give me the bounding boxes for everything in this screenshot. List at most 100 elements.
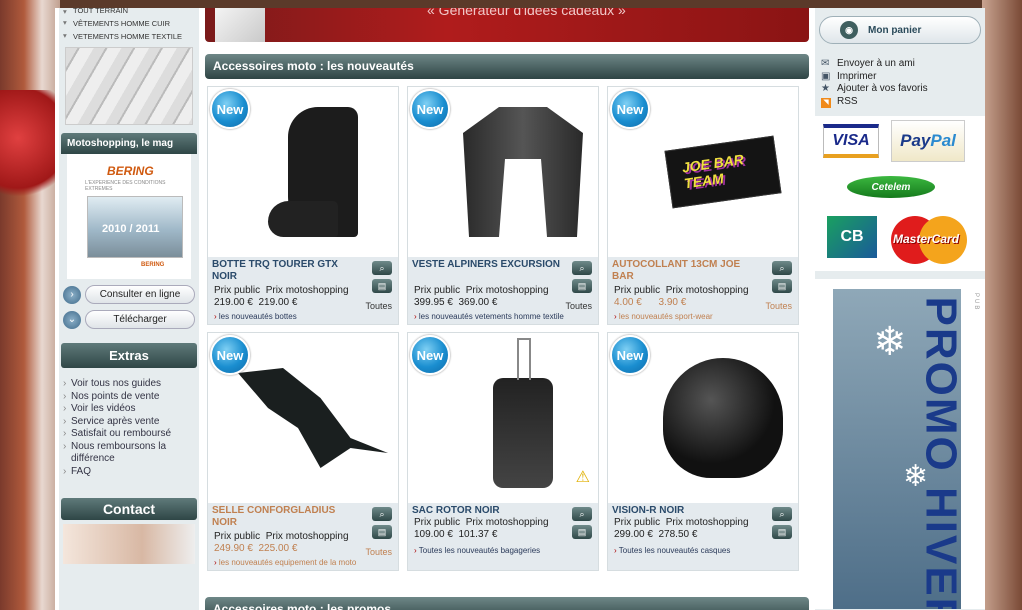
cart-icon[interactable]: ▤ [772,525,792,539]
favorites-label[interactable]: Ajouter à vos favoris [837,83,928,96]
cart-icon[interactable]: ▤ [572,279,592,293]
extras-link[interactable]: Satisfait ou remboursé [63,428,195,441]
label-moto: Prix motoshopping [265,531,349,542]
extras-list: Voir tous nos guides Nos points de vente… [59,368,199,478]
cart-icon[interactable]: ◉ [840,21,858,39]
toutes-link[interactable]: Toutes [365,301,392,311]
contact-title[interactable]: Contact [61,498,197,520]
price-public: 219.00 € [214,297,253,308]
section-title-nouveautes: Accessoires moto : les nouveautés [205,54,809,79]
product-info: SAC ROTOR NOIR ⌕ ▤ Prix public Prix moto… [408,503,598,570]
price-moto: 225.00 € [258,543,298,554]
product-card[interactable]: New VISION-R NOIR ⌕ ▤ Prix public Prix m… [607,332,799,571]
zoom-icon[interactable]: ⌕ [372,261,392,275]
ad-block[interactable]: PUB ❄ ❄ PROMO HIVER [815,279,985,609]
product-card[interactable]: ⚠ New SAC ROTOR NOIR ⌕ ▤ Prix public Pri… [407,332,599,571]
product-card[interactable]: New BOTTE TRQ TOURER GTX NOIR ⌕ ▤ Prix p… [207,86,399,325]
extras-link[interactable]: Nos points de vente [63,391,195,404]
prices: 399.95 € 369.00 € [414,297,497,308]
consulter-row[interactable]: › Consulter en ligne [63,285,195,304]
product-info: BOTTE TRQ TOURER GTX NOIR ⌕ ▤ Prix publi… [208,257,398,324]
category-nouveautes-link[interactable]: les nouveautés equipement de la moto [214,558,356,567]
background-right [982,0,1022,610]
product-card[interactable]: JOE BAR TEAM New AUTOCOLLANT 13CM JOE BA… [607,86,799,325]
prices: 249.90 € 225.00 € [214,543,297,554]
category-link[interactable]: VÊTEMENTS HOMME CUIR [59,17,199,30]
prices: 299.00 € 278.50 € [614,529,697,540]
product-card[interactable]: New SELLE CONFORGLADIUS NOIR ⌕ ▤ Prix pu… [207,332,399,571]
price-labels: Prix public Prix motoshopping [614,285,749,296]
extras-link[interactable]: Voir tous nos guides [63,378,195,391]
zoom-icon[interactable]: ⌕ [572,507,592,521]
favorites-link[interactable]: ★ Ajouter à vos favoris [821,83,985,96]
payment-logos: VISA Pay Pal Cetelem CB MasterCard [815,116,985,271]
toutes-link[interactable]: Toutes [365,547,392,557]
product-title[interactable]: VESTE ALPINERS EXCURSION [412,259,562,271]
telecharger-button[interactable]: Télécharger [85,310,195,329]
sticker-icon: JOE BAR TEAM [664,135,782,209]
label-moto: Prix motoshopping [465,517,549,528]
price-public: 109.00 € [414,529,453,540]
print-link[interactable]: ▣ Imprimer [821,71,985,84]
cart-icon[interactable]: ▤ [772,279,792,293]
send-friend-label[interactable]: Envoyer à un ami [837,58,915,71]
promo-text: PROMO HIVER [916,296,961,609]
mag-title: Motoshopping, le mag [61,133,197,154]
zoom-icon[interactable]: ⌕ [572,261,592,275]
extras-link[interactable]: Service après vente [63,416,195,429]
product-title[interactable]: AUTOCOLLANT 13CM JOE BAR [612,259,762,283]
label-moto: Prix motoshopping [665,517,749,528]
warning-icon: ⚠ [575,469,590,486]
gift-banner[interactable]: « Générateur d'idées cadeaux » [205,8,809,42]
cart-label[interactable]: Mon panier [868,25,921,36]
toutes-link[interactable]: Toutes [565,301,592,311]
label-moto: Prix motoshopping [665,285,749,296]
cart-icon[interactable]: ▤ [572,525,592,539]
mag-cover[interactable]: BERING L'EXPERIENCE DES CONDITIONS EXTRE… [67,154,191,279]
telecharger-row[interactable]: ⌄ Télécharger [63,310,195,329]
share-links: ✉ Envoyer à un ami ▣ Imprimer ★ Ajouter à v… [821,58,985,108]
arrow-right-icon[interactable]: › [63,285,81,304]
cart-icon[interactable]: ▤ [372,279,392,293]
zoom-icon[interactable]: ⌕ [772,507,792,521]
category-thumbnail[interactable] [65,47,193,125]
printer-icon: ▣ [821,70,831,82]
product-title[interactable]: VISION-R NOIR [612,505,762,517]
cart-button[interactable]: ◉ Mon panier [819,16,981,44]
arrow-down-icon[interactable]: ⌄ [63,310,81,329]
category-nouveautes-link[interactable]: Toutes les nouveautés casques [614,546,731,555]
category-nouveautes-link[interactable]: les nouveautés sport-wear [614,312,713,321]
extras-link[interactable]: Nous remboursons la différence [63,441,195,466]
category-link[interactable]: TOUT TERRAIN [59,8,199,17]
toutes-link[interactable]: Toutes [765,301,792,311]
bering-tagline: L'EXPERIENCE DES CONDITIONS EXTREMES [85,180,166,192]
zoom-icon[interactable]: ⌕ [772,261,792,275]
category-nouveautes-link[interactable]: Toutes les nouveautés bagageries [414,546,540,555]
page: TOUT TERRAIN VÊTEMENTS HOMME CUIR VETEME… [55,8,985,610]
category-nouveautes-link[interactable]: les nouveautés vetements homme textile [414,312,564,321]
product-title[interactable]: SELLE CONFORGLADIUS NOIR [212,505,362,529]
consulter-button[interactable]: Consulter en ligne [85,285,195,304]
extras-link[interactable]: FAQ [63,466,195,479]
cetelem-logo: Cetelem [847,176,935,198]
cart-icon[interactable]: ▤ [372,525,392,539]
product-title[interactable]: SAC ROTOR NOIR [412,505,562,517]
category-link[interactable]: VETEMENTS HOMME TEXTILE [59,30,199,43]
print-label[interactable]: Imprimer [837,71,876,84]
price-labels: Prix public Prix motoshopping [214,285,349,296]
product-info: VISION-R NOIR ⌕ ▤ Prix public Prix motos… [608,503,798,570]
contact-image[interactable] [63,524,195,564]
jacket-icon [463,107,583,237]
snowflake-icon: ❄ [873,320,907,364]
send-friend-link[interactable]: ✉ Envoyer à un ami [821,58,985,71]
prices: 219.00 € 219.00 € [214,297,297,308]
rss-link[interactable]: ◥ RSS [821,96,985,109]
zoom-icon[interactable]: ⌕ [372,507,392,521]
extras-link[interactable]: Voir les vidéos [63,403,195,416]
product-title[interactable]: BOTTE TRQ TOURER GTX NOIR [212,259,362,283]
promo-hiver-banner[interactable]: ❄ ❄ PROMO HIVER [833,289,961,609]
rss-label[interactable]: RSS [837,96,858,109]
mag-block: Motoshopping, le mag BERING L'EXPERIENCE… [61,133,197,279]
product-card[interactable]: New VESTE ALPINERS EXCURSION ⌕ ▤ Prix pu… [407,86,599,325]
category-nouveautes-link[interactable]: les nouveautés bottes [214,312,297,321]
